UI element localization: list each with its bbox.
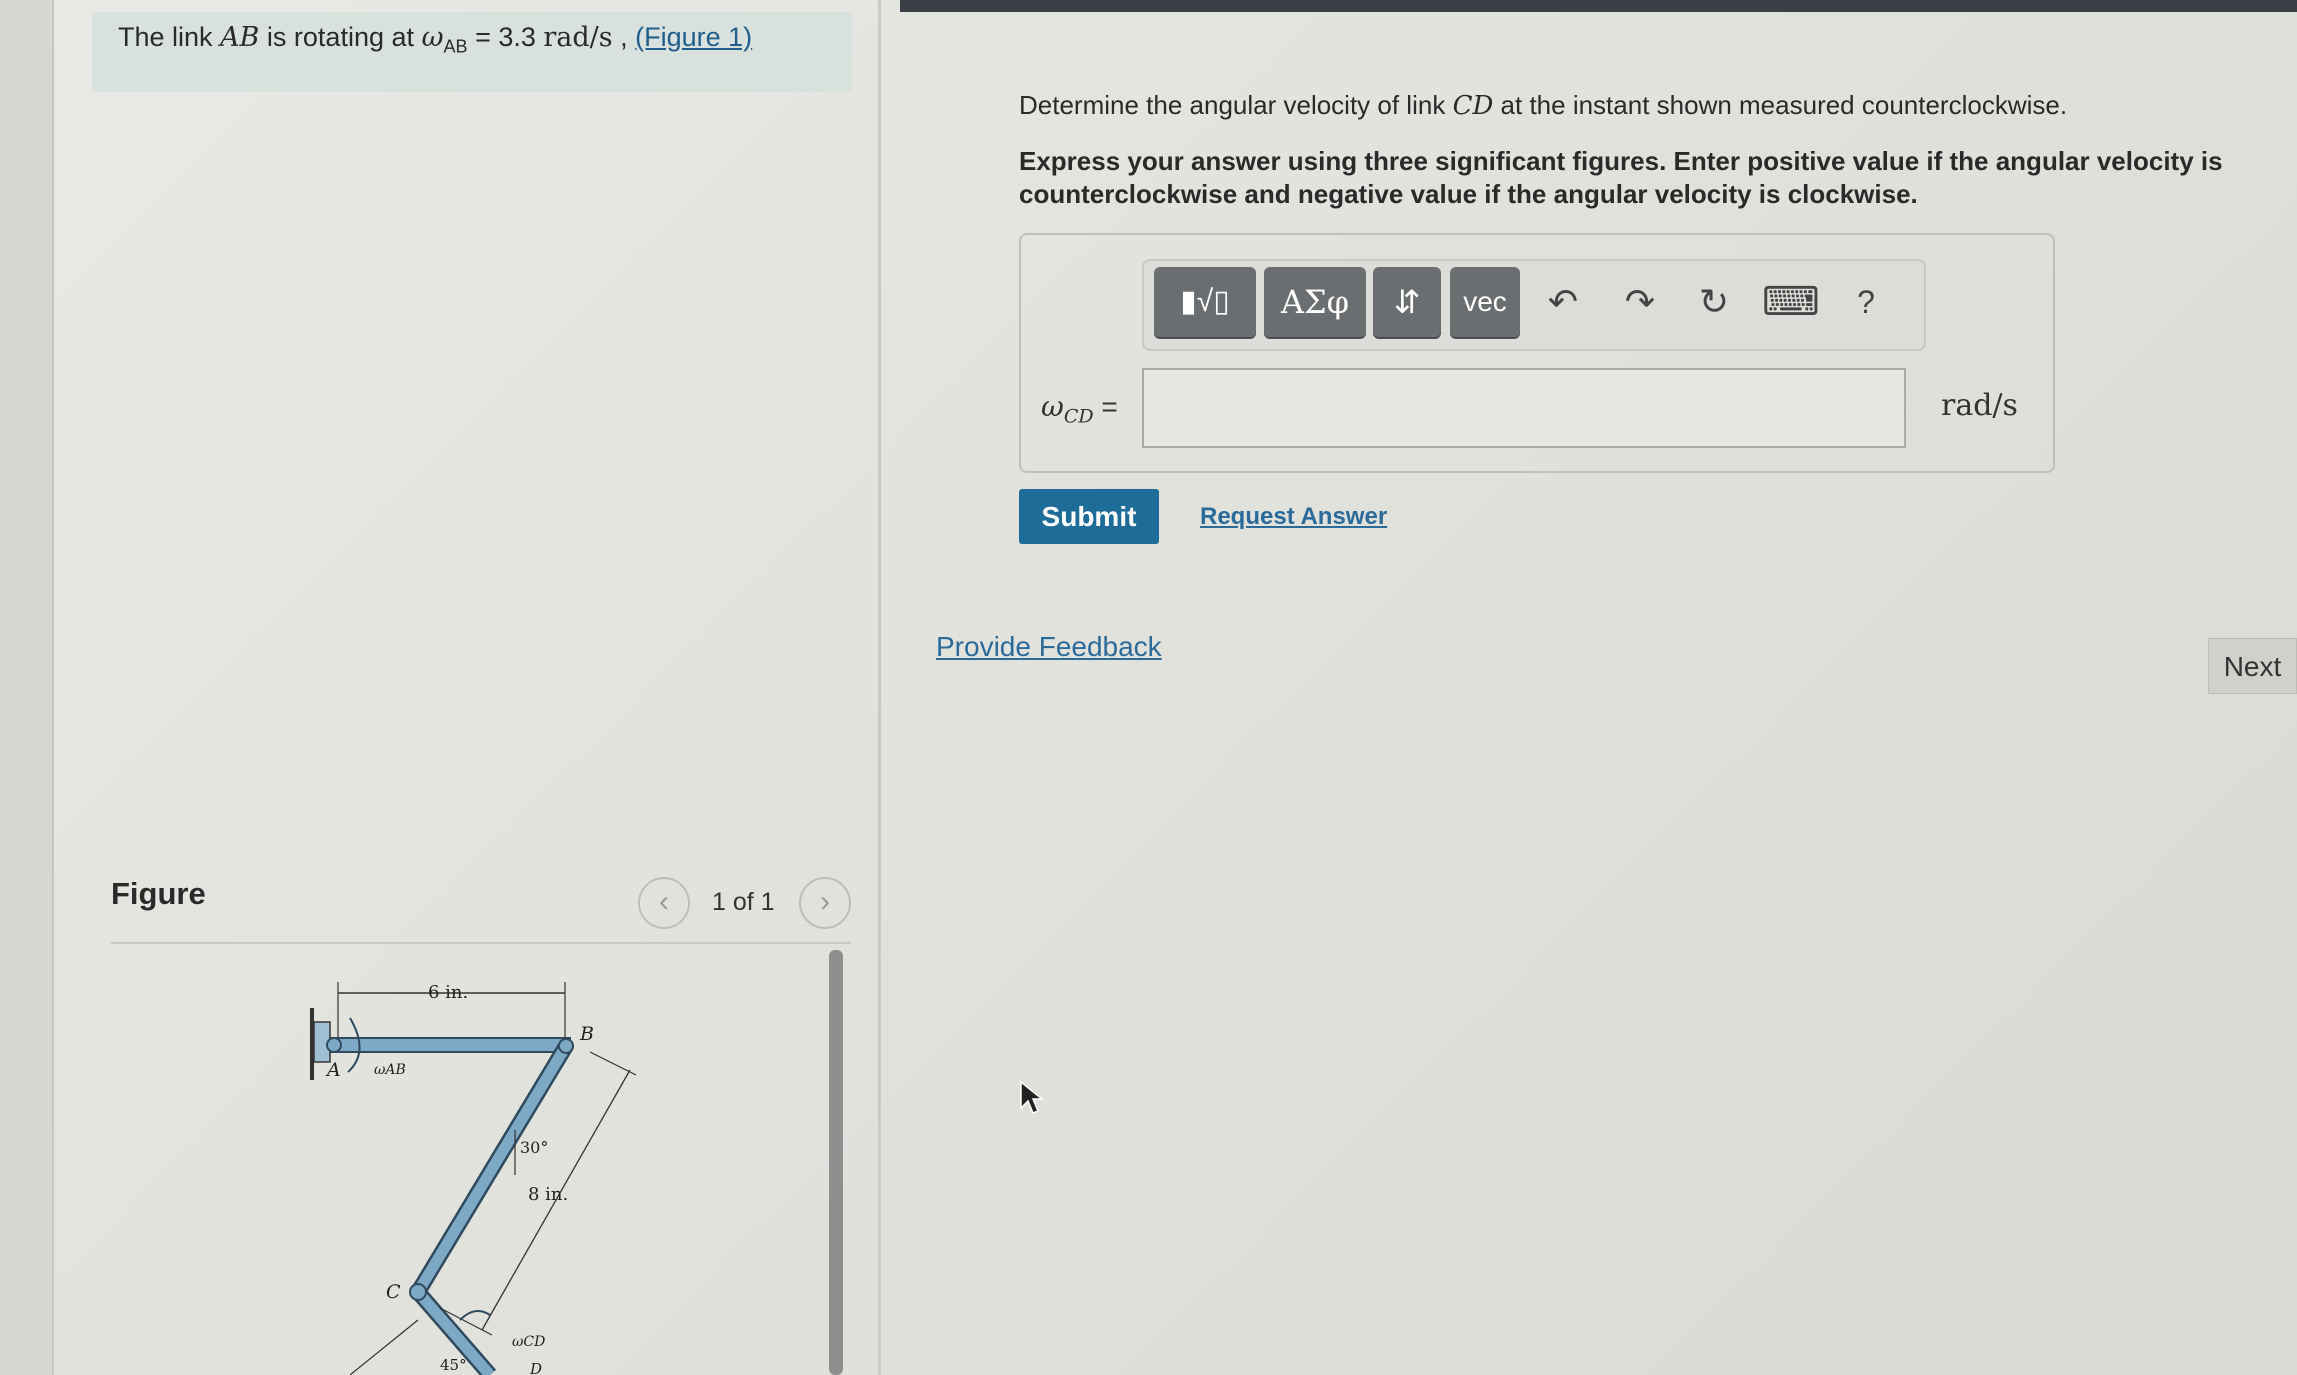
problem-intro: The link AB is rotating at ωAB = 3.3 rad… [118, 22, 752, 57]
answer-label-eq: = [1093, 391, 1118, 422]
intro-unit: rad/s [543, 22, 613, 53]
pin-c [409, 1283, 427, 1301]
figure-title: Figure [111, 876, 206, 911]
intro-omega: ω [421, 22, 444, 53]
arrows-button[interactable]: ⇵ [1373, 267, 1441, 337]
top-bar [900, 0, 2297, 12]
vec-button[interactable]: vec [1450, 267, 1520, 337]
next-button[interactable]: Next [2208, 638, 2297, 694]
undo-icon[interactable]: ↶ [1535, 270, 1591, 334]
answer-unit: rad/s [1941, 388, 2018, 423]
panel-divider [878, 0, 881, 1375]
figure-link[interactable]: (Figure 1) [635, 22, 752, 52]
link-bc [412, 1040, 572, 1298]
question-text: Determine the angular velocity of link C… [1019, 90, 2067, 121]
label-a: A [325, 1059, 341, 1081]
reset-icon[interactable]: ↻ [1686, 270, 1742, 334]
intro-mid: is rotating at [266, 22, 414, 52]
greek-symbols-button[interactable]: ΑΣφ [1264, 267, 1366, 337]
label-6in: 6 in. [428, 982, 468, 1003]
answer-label: ωCD = [1041, 390, 1118, 428]
intro-link-name: AB [220, 22, 260, 53]
figure-next-button[interactable]: › [799, 877, 851, 929]
left-edge [0, 0, 54, 1375]
submit-button[interactable]: Submit [1019, 489, 1159, 544]
angle-45-ref [349, 1319, 419, 1375]
label-c: C [386, 1281, 401, 1303]
figure-pager-text: 1 of 1 [712, 888, 775, 916]
figure-rule [111, 942, 851, 944]
label-omega-cd: ωCD [512, 1334, 545, 1350]
mechanism-figure: 6 in. B A ωAB 30° 8 in. C ωCD 45° D [310, 982, 637, 1375]
provide-feedback-link[interactable]: Provide Feedback [936, 631, 1162, 663]
label-8in: 8 in. [528, 1184, 568, 1205]
dim-tick-c [589, 1051, 637, 1076]
figure-prev-button[interactable]: ‹ [638, 877, 690, 929]
answer-instructions: Express your answer using three signific… [1019, 146, 2223, 209]
question-prefix: Determine the angular velocity of link [1019, 90, 1446, 120]
redo-icon[interactable]: ↷ [1612, 270, 1668, 334]
pin-a [326, 1037, 342, 1053]
label-d: D [529, 1360, 542, 1375]
link-ab [329, 1037, 571, 1053]
mouse-cursor-icon [1020, 1080, 1045, 1114]
omega-cd-arc [459, 1310, 491, 1321]
label-omega-ab: ωAB [374, 1062, 406, 1078]
intro-prefix: The link [118, 22, 213, 52]
intro-omega-sub: AB [443, 36, 468, 57]
answer-input[interactable] [1142, 368, 1906, 448]
pin-b [558, 1038, 574, 1054]
answer-label-sub: CD [1063, 405, 1094, 428]
keyboard-icon[interactable]: ⌨ [1762, 270, 1820, 334]
request-answer-link[interactable]: Request Answer [1200, 503, 1387, 531]
label-b: B [579, 1023, 594, 1045]
label-45deg: 45° [440, 1356, 467, 1374]
question-suffix: at the instant shown measured counterclo… [1500, 90, 2068, 120]
templates-button[interactable]: ▮√▯ [1154, 267, 1256, 337]
label-30deg: 30° [520, 1138, 548, 1157]
answer-label-symbol: ω [1041, 390, 1064, 423]
question-link: CD [1452, 91, 1494, 121]
intro-value: = 3.3 [467, 22, 544, 52]
help-button[interactable]: ? [1838, 270, 1894, 334]
figure-scrollbar[interactable] [829, 950, 843, 1375]
intro-comma: , [612, 22, 636, 52]
